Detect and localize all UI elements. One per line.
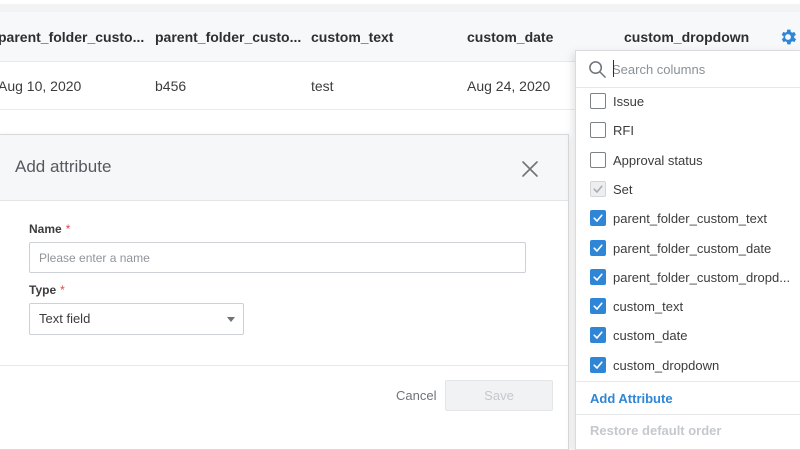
check-icon [593, 214, 603, 222]
text-cursor [613, 60, 614, 77]
column-option-label: Approval status [613, 152, 703, 168]
column-option-label: RFI [613, 123, 634, 139]
column-option[interactable]: Approval status [576, 146, 800, 175]
column-option[interactable]: custom_text [576, 292, 800, 321]
column-header-custom-date[interactable]: custom_date [467, 12, 553, 62]
table-cell: b456 [155, 78, 187, 94]
column-option-label: custom_dropdown [613, 357, 720, 373]
name-label-text: Name [29, 222, 62, 236]
search-icon [589, 61, 606, 78]
type-label: Type * [29, 283, 65, 297]
column-option[interactable]: custom_dropdown [576, 351, 800, 380]
add-attribute-dialog: Add attribute Name* Type* Text field Can… [0, 134, 569, 450]
dialog-footer-divider [0, 365, 568, 366]
cancel-button[interactable]: Cancel [390, 381, 442, 411]
column-option[interactable]: parent_folder_custom_text [576, 204, 800, 233]
column-option-label: Issue [613, 94, 645, 109]
check-icon [593, 302, 603, 310]
check-icon [593, 243, 603, 252]
column-option[interactable]: Issue [576, 87, 800, 116]
column-option-label: parent_folder_custom_date [613, 240, 772, 256]
column-checkbox[interactable] [590, 93, 606, 109]
panel-divider [576, 381, 800, 382]
column-checkbox [590, 180, 606, 197]
gear-icon[interactable] [778, 27, 798, 47]
column-checkbox[interactable] [590, 298, 606, 315]
panel-divider [576, 414, 800, 415]
column-option: Set [576, 175, 800, 204]
column-option[interactable]: parent_folder_custom_date [576, 234, 800, 263]
column-header-parent-folder-custom-2[interactable]: parent_folder_custo... [155, 12, 301, 62]
name-label: Name * [29, 222, 70, 236]
table-cell: Aug 24, 2020 [467, 78, 551, 94]
column-header-custom-text[interactable]: custom_text [311, 12, 393, 62]
column-header-parent-folder-custom-1[interactable]: parent_folder_custo... [0, 12, 144, 62]
top-scroll-strip [0, 4, 800, 12]
search-columns-input[interactable] [612, 57, 792, 81]
type-selected-value: Text field [39, 311, 91, 326]
column-option-label: custom_text [613, 299, 684, 315]
table-cell: Aug 10, 2020 [0, 78, 82, 94]
table-cell: test [311, 78, 334, 94]
dialog-title: Add attribute [15, 157, 112, 176]
check-icon [593, 361, 603, 369]
column-option-label: parent_folder_custom_text [613, 211, 767, 227]
caret-down-icon [227, 317, 235, 322]
column-checkbox[interactable] [590, 268, 606, 285]
column-option[interactable]: parent_folder_custom_dropd... [576, 263, 800, 292]
check-icon [593, 185, 603, 193]
type-label-text: Type [29, 283, 57, 297]
add-attribute-button[interactable]: Add Attribute [590, 385, 673, 413]
column-checkbox[interactable] [590, 122, 606, 139]
close-icon[interactable] [520, 159, 540, 179]
column-checkbox[interactable] [590, 239, 606, 256]
required-mark: * [60, 283, 65, 297]
restore-default-order-button[interactable]: Restore default order [590, 417, 721, 445]
column-option[interactable]: RFI [576, 116, 800, 145]
column-checkbox[interactable] [590, 210, 606, 227]
type-select[interactable]: Text field [29, 303, 244, 335]
column-checkbox[interactable] [590, 356, 606, 373]
column-option-label: parent_folder_custom_dropd... [613, 269, 791, 285]
name-input[interactable] [29, 242, 526, 273]
column-search [576, 51, 800, 88]
column-option[interactable]: custom_date [576, 321, 800, 350]
check-icon [593, 273, 603, 281]
column-checkbox[interactable] [590, 151, 606, 168]
required-mark: * [65, 222, 71, 236]
save-button[interactable]: Save [445, 380, 553, 411]
column-option-label: custom_date [613, 328, 688, 344]
column-option-label: Set [613, 181, 633, 197]
column-checkbox[interactable] [590, 327, 606, 344]
check-icon [593, 331, 603, 340]
column-settings-panel: Issue RFI Approval status Set parent_folder_… [575, 50, 800, 450]
dialog-header: Add attribute [0, 135, 568, 201]
